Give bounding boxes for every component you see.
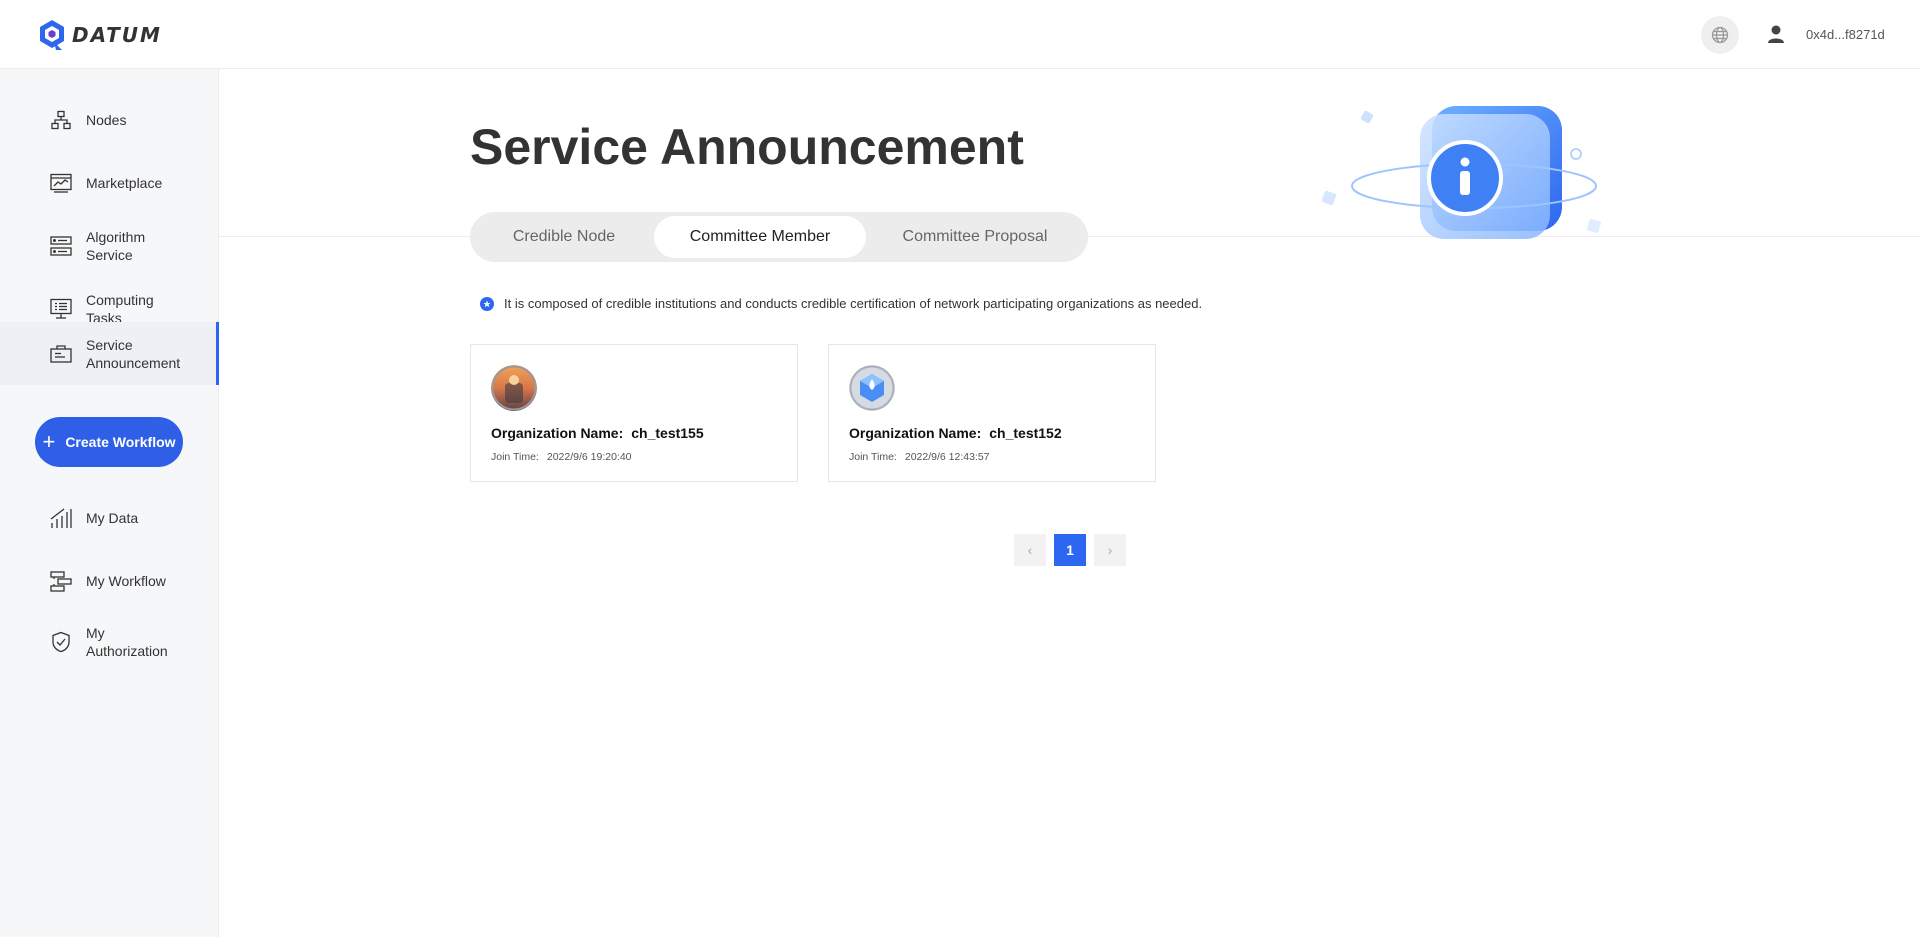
- brand-name: DATUM: [72, 23, 162, 47]
- org-name-label: Organization Name:: [849, 425, 982, 441]
- nodes-icon: [50, 109, 72, 131]
- join-time: 2022/9/6 19:20:40: [546, 451, 632, 463]
- org-avatar: [491, 365, 537, 411]
- sidebar-item-my-workflow[interactable]: My Workflow: [0, 553, 219, 609]
- sidebar-item-label: Algorithm Service: [86, 229, 146, 263]
- sidebar-item-label: Service Announcement: [86, 336, 181, 371]
- marketplace-icon: [50, 172, 72, 194]
- sidebar-item-nodes[interactable]: Nodes: [0, 87, 219, 153]
- sidebar-item-my-authorization[interactable]: My Authorization: [0, 609, 219, 675]
- sidebar-item-label: My Workflow: [86, 573, 166, 589]
- sidebar-item-my-data[interactable]: My Data: [0, 490, 219, 546]
- join-time-row: Join Time: 2022/9/6 12:43:57: [849, 451, 990, 463]
- brand-logo[interactable]: DATUM: [38, 18, 162, 52]
- plus-icon: +: [42, 429, 56, 454]
- sidebar-item-label: My Authorization: [86, 625, 168, 659]
- sidebar-item-algorithm-service[interactable]: Algorithm Service: [0, 213, 219, 279]
- tab-committee-proposal[interactable]: Committee Proposal: [866, 216, 1084, 258]
- create-workflow-label: Create Workflow: [65, 434, 176, 450]
- org-card[interactable]: Organization Name: ch_test152 Join Time: 2…: [828, 344, 1156, 482]
- tab-bar: Credible Node Committee Member Committee…: [470, 212, 1088, 262]
- star-badge-icon: [480, 296, 494, 311]
- join-time: 2022/9/6 12:43:57: [904, 451, 990, 463]
- algorithm-icon: [50, 235, 72, 257]
- chart-bars-icon: [50, 507, 72, 529]
- tasks-icon: [50, 298, 72, 320]
- page-title: Service Announcement: [470, 119, 1024, 175]
- announcement-icon: [50, 343, 72, 365]
- account-address[interactable]: 0x4d...f8271d: [1806, 27, 1885, 42]
- sidebar-item-label: My Data: [86, 510, 139, 526]
- sidebar-item-service-announcement[interactable]: Service Announcement: [0, 322, 219, 385]
- info-text: It is composed of credible institutions …: [480, 296, 1202, 311]
- datum-logo-icon: [40, 20, 64, 50]
- pagination-page-1[interactable]: 1: [1054, 534, 1086, 566]
- workflow-icon: [50, 570, 72, 592]
- shield-check-icon: [50, 631, 72, 653]
- org-name-row: Organization Name: ch_test152: [849, 425, 1062, 441]
- info-description: It is composed of credible institutions …: [504, 296, 1203, 311]
- org-name: ch_test152: [989, 425, 1062, 441]
- org-name: ch_test155: [631, 425, 704, 441]
- tab-credible-node[interactable]: Credible Node: [474, 216, 654, 258]
- pagination-next-button[interactable]: ›: [1094, 534, 1126, 566]
- org-name-row: Organization Name: ch_test155: [491, 425, 704, 441]
- sidebar-item-label: Marketplace: [86, 175, 163, 191]
- org-name-label: Organization Name:: [491, 425, 624, 441]
- create-workflow-button[interactable]: + Create Workflow: [35, 417, 183, 467]
- info-illustration: [1321, 106, 1601, 239]
- org-card[interactable]: Organization Name: ch_test155 Join Time: 2…: [470, 344, 798, 482]
- top-header: DATUM 0x4d...f8271d: [0, 0, 1920, 69]
- sidebar: Nodes Marketplace Algorithm Service Comp…: [0, 69, 219, 937]
- user-icon[interactable]: [1766, 24, 1786, 44]
- join-time-row: Join Time: 2022/9/6 19:20:40: [491, 451, 632, 463]
- globe-icon: [1711, 26, 1729, 44]
- tab-committee-member[interactable]: Committee Member: [654, 216, 866, 258]
- language-button[interactable]: [1701, 16, 1739, 54]
- sidebar-item-label: Nodes: [86, 112, 127, 128]
- join-time-label: Join Time:: [849, 451, 897, 463]
- org-avatar: [849, 365, 895, 411]
- pagination-prev-button[interactable]: ‹: [1014, 534, 1046, 566]
- join-time-label: Join Time:: [491, 451, 539, 463]
- sidebar-item-marketplace[interactable]: Marketplace: [0, 150, 219, 216]
